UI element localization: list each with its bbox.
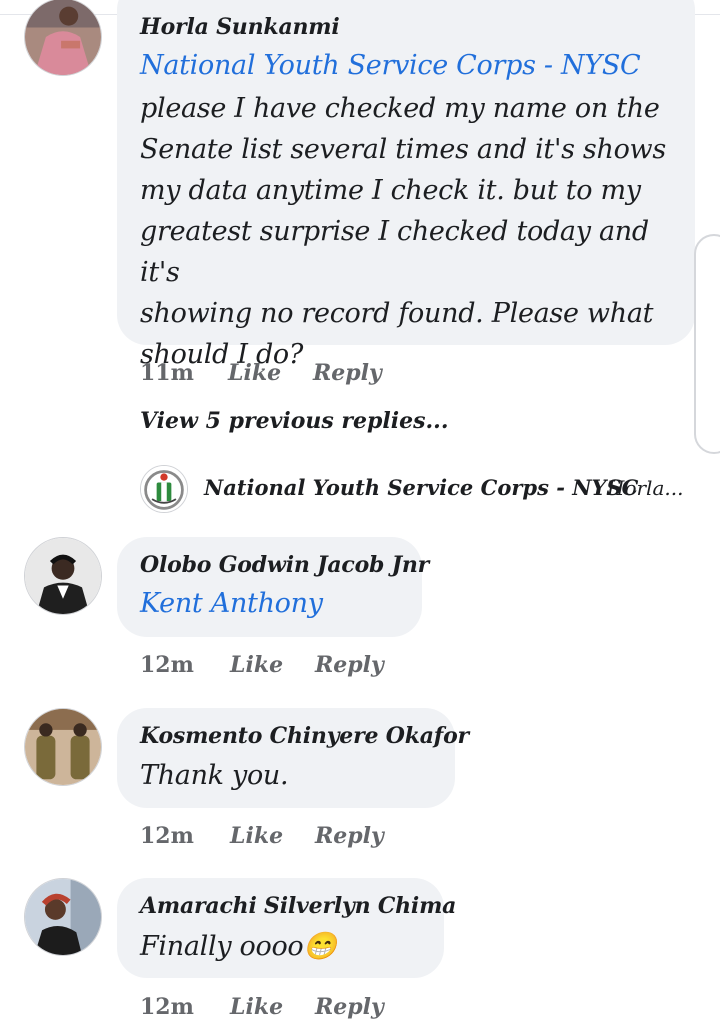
avatar-photo — [25, 879, 101, 955]
comment-timestamp[interactable]: 12m — [140, 994, 194, 1020]
comment-timestamp[interactable]: 12m — [140, 652, 194, 678]
reply-button[interactable]: Reply — [313, 360, 382, 386]
comment-author[interactable]: Horla Sunkanmi — [140, 14, 340, 40]
comment-text: please I have checked my name on the Sen… — [140, 88, 690, 375]
avatar-photo — [25, 709, 101, 785]
nysc-logo-icon — [141, 466, 187, 512]
comment-text: Finally oooo😁 — [140, 926, 337, 967]
comment-text: Thank you. — [140, 760, 289, 791]
like-button[interactable]: Like — [230, 823, 283, 849]
avatar-photo — [25, 0, 101, 75]
scroll-handle[interactable] — [694, 234, 720, 454]
comment-author[interactable]: Olobo Godwin Jacob Jnr — [140, 552, 429, 578]
avatar-amarachi-silverlyn[interactable] — [24, 878, 102, 956]
reply-snippet: Horla... — [607, 476, 684, 500]
comment-author[interactable]: Kosmento Chinyere Okafor — [140, 723, 469, 749]
comment-line: my data anytime I check it. but to my — [140, 175, 641, 206]
avatar-horla-sunkanmi[interactable] — [24, 0, 102, 76]
comment-text-body: Finally oooo — [140, 931, 304, 962]
nysc-logo-avatar[interactable] — [140, 465, 188, 513]
avatar-photo — [25, 538, 101, 614]
comment-timestamp[interactable]: 11m — [140, 360, 194, 386]
view-previous-replies-link[interactable]: View 5 previous replies... — [140, 408, 448, 434]
mention-link[interactable]: Kent Anthony — [140, 588, 323, 619]
like-button[interactable]: Like — [228, 360, 281, 386]
comment-line: should I do? — [140, 339, 304, 370]
avatar-kosmento-chinyere[interactable] — [24, 708, 102, 786]
comment-line: showing no record found. Please what — [140, 298, 654, 329]
mention-link[interactable]: National Youth Service Corps - NYSC — [140, 50, 641, 81]
comment-author[interactable]: Amarachi Silverlyn Chima — [140, 893, 456, 919]
like-button[interactable]: Like — [230, 994, 283, 1020]
comment-line: greatest surprise I checked today and it… — [140, 216, 649, 288]
comment-line: Senate list several times and it's shows — [140, 134, 666, 165]
reply-button[interactable]: Reply — [315, 994, 384, 1020]
avatar-olobo-godwin[interactable] — [24, 537, 102, 615]
comment-timestamp[interactable]: 12m — [140, 823, 194, 849]
reply-author[interactable]: National Youth Service Corps - NYSC — [204, 475, 638, 500]
comment-line: please I have checked my name on the — [140, 93, 660, 124]
reply-button[interactable]: Reply — [315, 823, 384, 849]
grinning-face-emoji-icon: 😁 — [303, 931, 337, 962]
reply-preview[interactable]: National Youth Service Corps - NYSC Horl… — [140, 465, 700, 513]
reply-button[interactable]: Reply — [315, 652, 384, 678]
like-button[interactable]: Like — [230, 652, 283, 678]
